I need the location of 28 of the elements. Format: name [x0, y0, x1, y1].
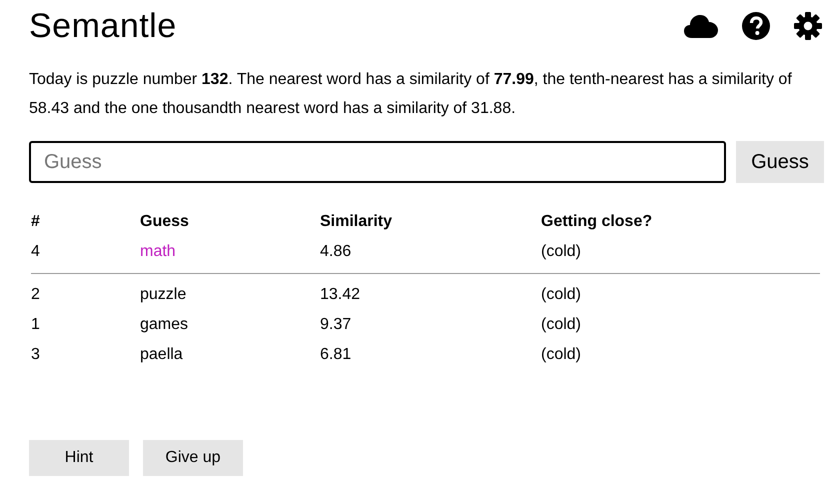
table-cell: 1	[31, 316, 40, 333]
table-cell: 9.37	[320, 316, 352, 333]
help-icon[interactable]	[742, 12, 770, 40]
action-button[interactable]: Hint	[29, 440, 129, 476]
guess-word: games	[140, 316, 188, 333]
column-header: Getting close?	[540, 212, 654, 232]
table-cell: 2	[31, 286, 40, 303]
table-cell: (cold)	[541, 316, 582, 333]
action-button[interactable]: Give up	[143, 440, 243, 476]
guess-word: math	[140, 243, 176, 260]
table-cell: 4	[31, 243, 40, 260]
column-header: Guess	[139, 212, 190, 232]
guess-button[interactable]: Guess	[736, 141, 824, 183]
column-header: #	[30, 212, 41, 232]
table-cell: 6.81	[320, 346, 352, 363]
intro-text: Today is puzzle number 132. The nearest word has a similarity of 77.99, the tenth-nearest has a similarity of 58.43 and the one thousandth nearest word has a similarity of 31.88.	[29, 70, 793, 119]
column-header: Similarity	[319, 212, 394, 232]
table-cell: (cold)	[541, 243, 582, 260]
table-cell: 3	[31, 346, 40, 363]
guess-field[interactable]: Guess	[29, 141, 726, 183]
guess-word: puzzle	[140, 286, 186, 303]
cloud-icon[interactable]	[684, 14, 718, 38]
logo: Semantle	[29, 6, 177, 46]
table-cell: 13.42	[320, 286, 360, 303]
table-cell: 4.86	[320, 243, 352, 260]
guess-word: paella	[140, 346, 183, 363]
table-cell: (cold)	[541, 346, 582, 363]
table-cell: (cold)	[541, 286, 582, 303]
